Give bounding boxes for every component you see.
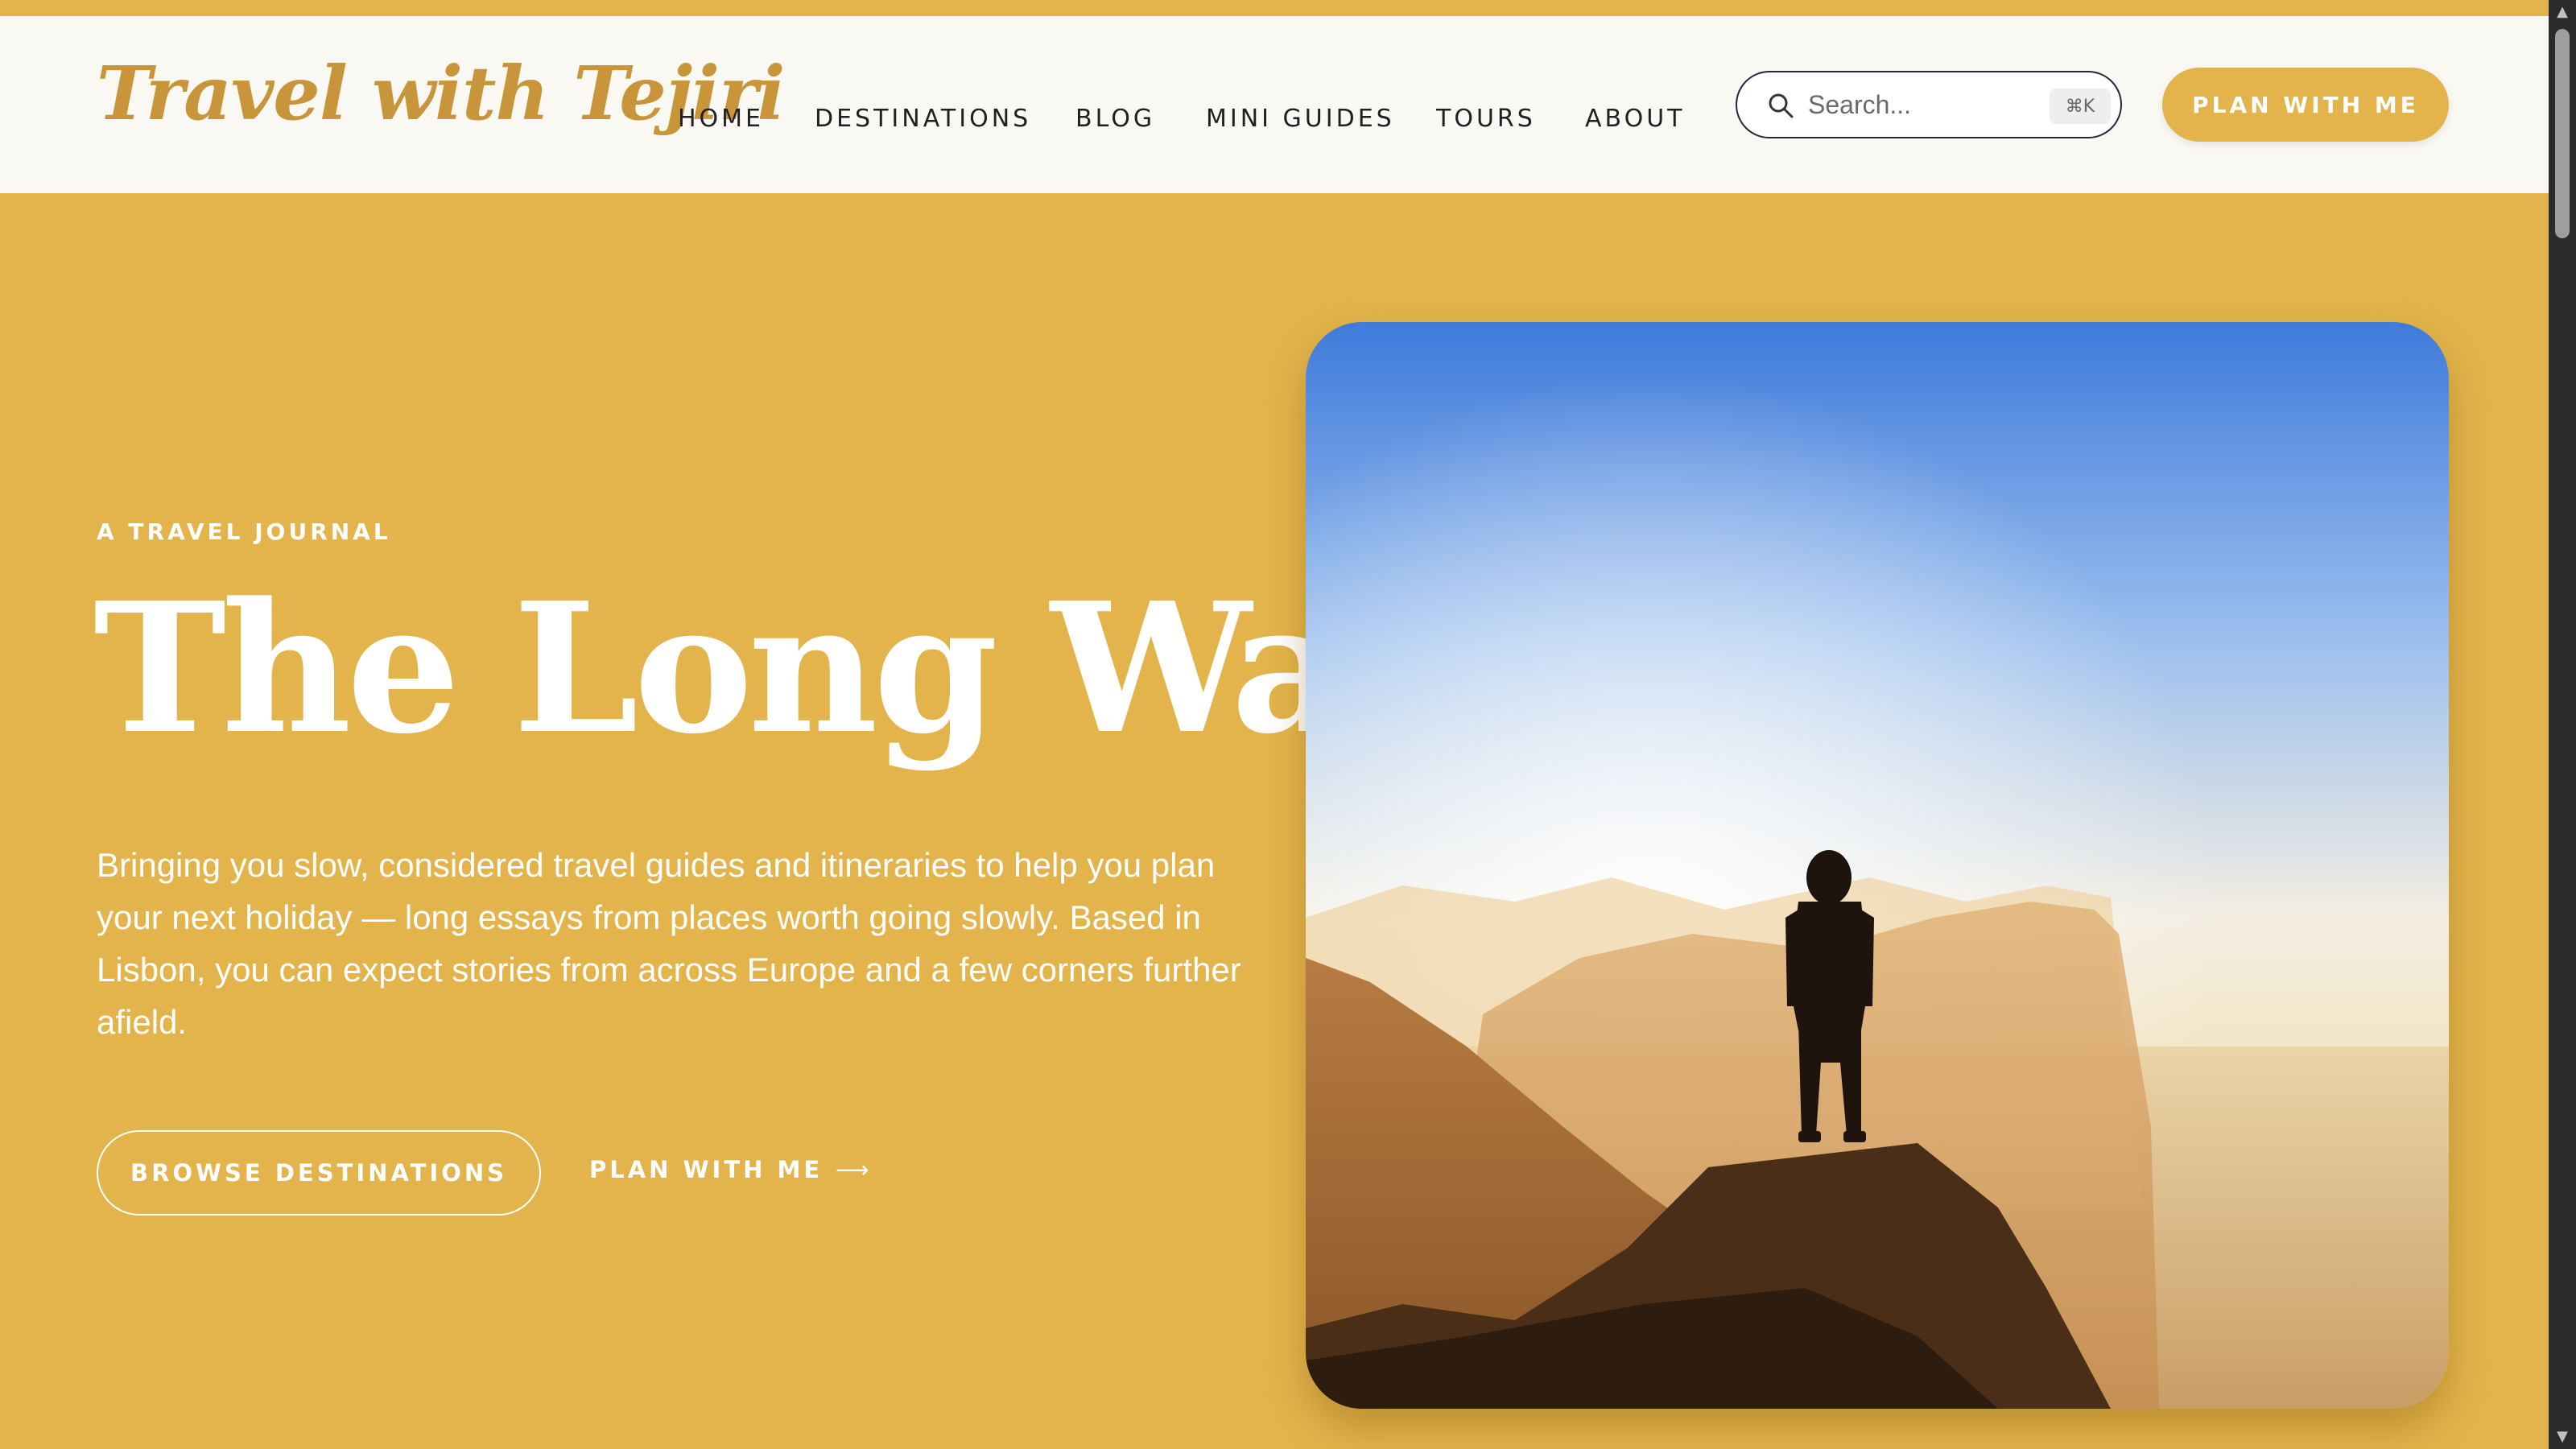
nav-destinations[interactable]: DESTINATIONS — [815, 105, 1031, 133]
nav-about[interactable]: ABOUT — [1585, 105, 1685, 133]
hero-landscape-photo — [1306, 322, 2449, 1409]
hero-image — [1306, 322, 2449, 1409]
search-input[interactable] — [1808, 84, 2009, 126]
nav-blog[interactable]: BLOG — [1075, 105, 1155, 133]
search-box[interactable]: ⌘K — [1736, 71, 2122, 138]
top-accent-bar — [0, 0, 2549, 16]
nav-home[interactable]: HOME — [678, 105, 764, 133]
arrow-right-icon: ⟶ — [836, 1156, 873, 1183]
browse-destinations-button[interactable]: BROWSE DESTINATIONS — [97, 1130, 541, 1216]
hero-description: Bringing you slow, considered travel gui… — [97, 846, 1241, 1041]
plan-with-me-button[interactable]: PLAN WITH ME — [2162, 68, 2449, 142]
plan-with-me-link-label: PLAN WITH ME — [589, 1156, 824, 1183]
site-header: Travel with Tejiri HOME DESTINATIONS BLO… — [0, 16, 2549, 193]
plan-with-me-link[interactable]: PLAN WITH ME ⟶ — [589, 1156, 873, 1183]
hero-title: The Long Way — [93, 564, 1446, 774]
nav-tours[interactable]: TOURS — [1436, 105, 1536, 133]
scroll-down-arrow-icon[interactable]: ▼ — [2549, 1425, 2576, 1449]
search-shortcut-badge: ⌘K — [2050, 89, 2111, 124]
scrollbar-thumb[interactable] — [2555, 29, 2570, 238]
hero-eyebrow: A TRAVEL JOURNAL — [97, 518, 391, 545]
search-icon — [1766, 91, 1795, 120]
scrollbar[interactable]: ▲ ▼ — [2549, 0, 2576, 1449]
scroll-up-arrow-icon[interactable]: ▲ — [2549, 0, 2576, 24]
nav-mini-guides[interactable]: MINI GUIDES — [1206, 105, 1395, 133]
